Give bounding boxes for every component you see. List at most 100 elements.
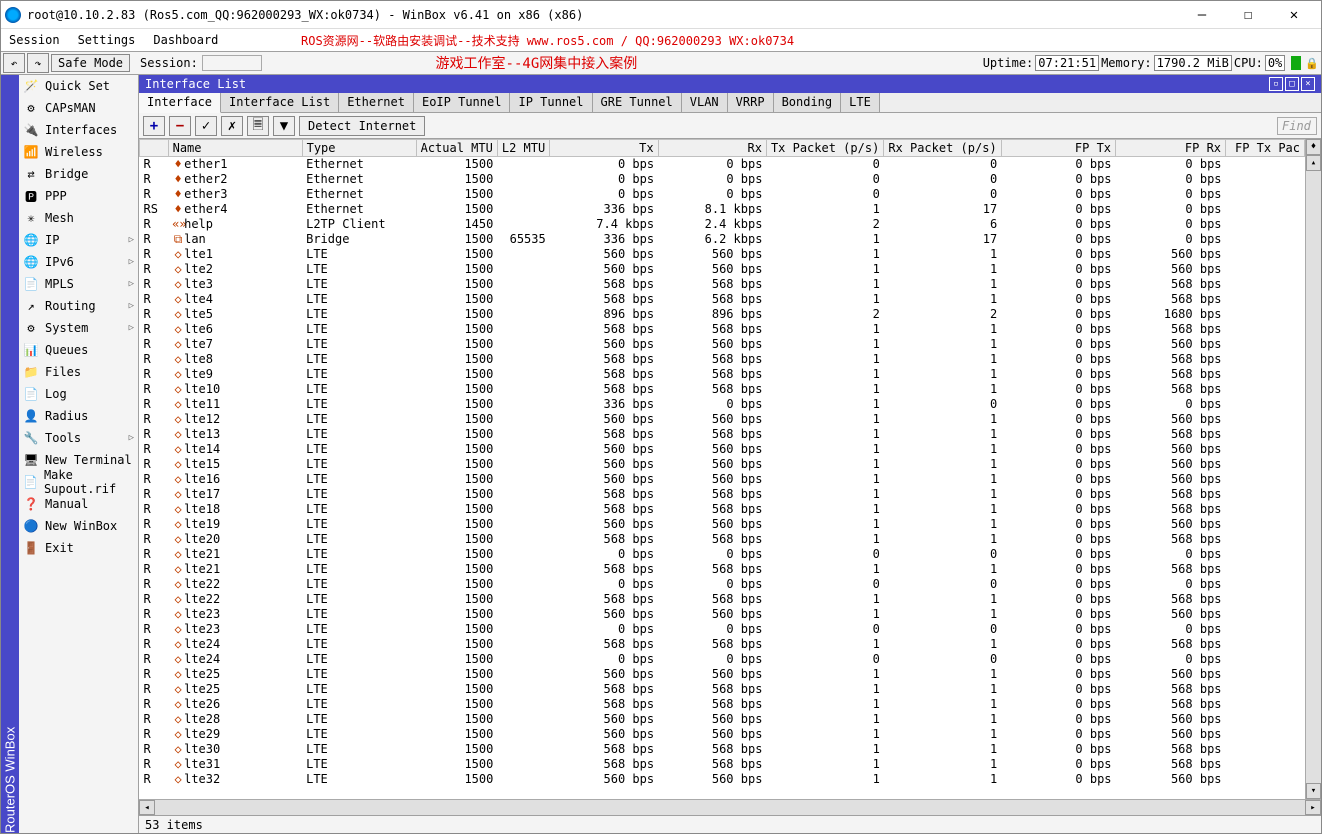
comment-button[interactable]: 🗏: [247, 116, 269, 136]
column-header[interactable]: FP Tx Pac: [1226, 140, 1305, 157]
table-row[interactable]: R◇lte13LTE1500568 bps568 bps110 bps568 b…: [140, 427, 1305, 442]
tab-vrrp[interactable]: VRRP: [728, 93, 774, 112]
table-row[interactable]: R♦ether1Ethernet15000 bps0 bps000 bps0 b…: [140, 157, 1305, 172]
remove-button[interactable]: −: [169, 116, 191, 136]
sidebar-item-radius[interactable]: 👤Radius: [19, 405, 138, 427]
close-button[interactable]: ✕: [1271, 1, 1317, 29]
sidebar-item-mesh[interactable]: ✳Mesh: [19, 207, 138, 229]
sidebar-item-manual[interactable]: ❓Manual: [19, 493, 138, 515]
table-row[interactable]: R◇lte6LTE1500568 bps568 bps110 bps568 bp…: [140, 322, 1305, 337]
add-button[interactable]: +: [143, 116, 165, 136]
redo-button[interactable]: ↷: [27, 53, 49, 73]
sidebar-item-ipv6[interactable]: 🌐IPv6▷: [19, 251, 138, 273]
menu-session[interactable]: Session: [9, 33, 60, 47]
tab-lte[interactable]: LTE: [841, 93, 880, 112]
table-row[interactable]: R◇lte3LTE1500568 bps568 bps110 bps568 bp…: [140, 277, 1305, 292]
sidebar-item-exit[interactable]: 🚪Exit: [19, 537, 138, 559]
enable-button[interactable]: ✓: [195, 116, 217, 136]
table-row[interactable]: R◇lte5LTE1500896 bps896 bps220 bps1680 b…: [140, 307, 1305, 322]
column-header[interactable]: [140, 140, 169, 157]
scroll-right-icon[interactable]: ▸: [1305, 800, 1321, 815]
table-row[interactable]: R◇lte31LTE1500568 bps568 bps110 bps568 b…: [140, 757, 1305, 772]
tab-ip-tunnel[interactable]: IP Tunnel: [510, 93, 592, 112]
table-row[interactable]: R◇lte8LTE1500568 bps568 bps110 bps568 bp…: [140, 352, 1305, 367]
table-row[interactable]: R◇lte22LTE15000 bps0 bps000 bps0 bps: [140, 577, 1305, 592]
table-row[interactable]: R◇lte26LTE1500568 bps568 bps110 bps568 b…: [140, 697, 1305, 712]
table-row[interactable]: R◇lte25LTE1500560 bps560 bps110 bps560 b…: [140, 667, 1305, 682]
table-row[interactable]: R◇lte2LTE1500560 bps560 bps110 bps560 bp…: [140, 262, 1305, 277]
table-row[interactable]: R◇lte23LTE15000 bps0 bps000 bps0 bps: [140, 622, 1305, 637]
sidebar-item-bridge[interactable]: ⇄Bridge: [19, 163, 138, 185]
sidebar-item-queues[interactable]: 📊Queues: [19, 339, 138, 361]
sidebar-item-ip[interactable]: 🌐IP▷: [19, 229, 138, 251]
column-header[interactable]: Tx: [550, 140, 658, 157]
table-row[interactable]: R◇lte9LTE1500568 bps568 bps110 bps568 bp…: [140, 367, 1305, 382]
table-row[interactable]: R◇lte15LTE1500560 bps560 bps110 bps560 b…: [140, 457, 1305, 472]
table-row[interactable]: R◇lte19LTE1500560 bps560 bps110 bps560 b…: [140, 517, 1305, 532]
table-row[interactable]: R◇lte4LTE1500568 bps568 bps110 bps568 bp…: [140, 292, 1305, 307]
detect-internet-button[interactable]: Detect Internet: [299, 116, 425, 136]
session-field[interactable]: [202, 55, 262, 71]
tab-gre-tunnel[interactable]: GRE Tunnel: [593, 93, 682, 112]
menu-settings[interactable]: Settings: [78, 33, 136, 47]
table-row[interactable]: R◇lte21LTE1500568 bps568 bps110 bps568 b…: [140, 562, 1305, 577]
disable-button[interactable]: ✗: [221, 116, 243, 136]
table-row[interactable]: R◇lte20LTE1500568 bps568 bps110 bps568 b…: [140, 532, 1305, 547]
menu-dashboard[interactable]: Dashboard: [153, 33, 218, 47]
tab-bonding[interactable]: Bonding: [774, 93, 842, 112]
column-header[interactable]: L2 MTU: [497, 140, 549, 157]
undo-button[interactable]: ↶: [3, 53, 25, 73]
vertical-scrollbar[interactable]: ♦ ▴ ▾: [1305, 139, 1321, 799]
table-row[interactable]: R⧉lanBridge150065535336 bps6.2 kbps1170 …: [140, 232, 1305, 247]
table-row[interactable]: R◇lte18LTE1500568 bps568 bps110 bps568 b…: [140, 502, 1305, 517]
safemode-button[interactable]: Safe Mode: [51, 54, 130, 72]
table-row[interactable]: R◇lte12LTE1500560 bps560 bps110 bps560 b…: [140, 412, 1305, 427]
sidebar-item-quick-set[interactable]: 🪄Quick Set: [19, 75, 138, 97]
table-row[interactable]: R◇lte17LTE1500568 bps568 bps110 bps568 b…: [140, 487, 1305, 502]
table-row[interactable]: R◇lte7LTE1500560 bps560 bps110 bps560 bp…: [140, 337, 1305, 352]
tab-interface[interactable]: Interface: [139, 93, 221, 113]
sidebar-item-capsman[interactable]: ⚙CAPsMAN: [19, 97, 138, 119]
scroll-top-icon[interactable]: ▴: [1306, 155, 1321, 171]
table-row[interactable]: R◇lte32LTE1500560 bps560 bps110 bps560 b…: [140, 772, 1305, 787]
sidebar-item-system[interactable]: ⚙System▷: [19, 317, 138, 339]
table-row[interactable]: R◇lte14LTE1500560 bps560 bps110 bps560 b…: [140, 442, 1305, 457]
column-header[interactable]: Rx: [658, 140, 766, 157]
sidebar-item-ppp[interactable]: 🅿PPP: [19, 185, 138, 207]
table-row[interactable]: R◇lte30LTE1500568 bps568 bps110 bps568 b…: [140, 742, 1305, 757]
sidebar-item-tools[interactable]: 🔧Tools▷: [19, 427, 138, 449]
table-row[interactable]: R◇lte10LTE1500568 bps568 bps110 bps568 b…: [140, 382, 1305, 397]
column-header[interactable]: FP Tx: [1001, 140, 1115, 157]
table-row[interactable]: R◇lte21LTE15000 bps0 bps000 bps0 bps: [140, 547, 1305, 562]
sidebar-item-mpls[interactable]: 📄MPLS▷: [19, 273, 138, 295]
table-row[interactable]: R◇lte11LTE1500336 bps0 bps100 bps0 bps: [140, 397, 1305, 412]
table-row[interactable]: R◇lte22LTE1500568 bps568 bps110 bps568 b…: [140, 592, 1305, 607]
sidebar-item-make-supout.rif[interactable]: 📄Make Supout.rif: [19, 471, 138, 493]
maximize-button[interactable]: ☐: [1225, 1, 1271, 29]
table-row[interactable]: R◇lte29LTE1500560 bps560 bps110 bps560 b…: [140, 727, 1305, 742]
table-row[interactable]: R◇lte23LTE1500560 bps560 bps110 bps560 b…: [140, 607, 1305, 622]
column-header[interactable]: FP Rx: [1116, 140, 1226, 157]
horizontal-scrollbar[interactable]: ◂ ▸: [139, 799, 1321, 815]
sidebar-item-routing[interactable]: ↗Routing▷: [19, 295, 138, 317]
sidebar-item-new-winbox[interactable]: 🔵New WinBox: [19, 515, 138, 537]
panel-close-icon[interactable]: ×: [1301, 77, 1315, 91]
panel-min-icon[interactable]: ▫: [1269, 77, 1283, 91]
panel-max-icon[interactable]: □: [1285, 77, 1299, 91]
find-input[interactable]: Find: [1277, 117, 1317, 135]
column-header[interactable]: Tx Packet (p/s): [766, 140, 883, 157]
table-row[interactable]: R◇lte16LTE1500560 bps560 bps110 bps560 b…: [140, 472, 1305, 487]
scroll-bottom-icon[interactable]: ▾: [1306, 783, 1321, 799]
sidebar-item-wireless[interactable]: 📶Wireless: [19, 141, 138, 163]
tab-ethernet[interactable]: Ethernet: [339, 93, 414, 112]
filter-button[interactable]: ▼: [273, 116, 295, 136]
table-row[interactable]: R♦ether2Ethernet15000 bps0 bps000 bps0 b…: [140, 172, 1305, 187]
column-header[interactable]: Actual MTU: [416, 140, 497, 157]
table-row[interactable]: R◇lte25LTE1500568 bps568 bps110 bps568 b…: [140, 682, 1305, 697]
tab-interface-list[interactable]: Interface List: [221, 93, 339, 112]
sidebar-item-log[interactable]: 📄Log: [19, 383, 138, 405]
minimize-button[interactable]: —: [1179, 1, 1225, 29]
table-row[interactable]: R◇lte24LTE1500568 bps568 bps110 bps568 b…: [140, 637, 1305, 652]
sidebar-item-files[interactable]: 📁Files: [19, 361, 138, 383]
table-row[interactable]: R◇lte24LTE15000 bps0 bps000 bps0 bps: [140, 652, 1305, 667]
